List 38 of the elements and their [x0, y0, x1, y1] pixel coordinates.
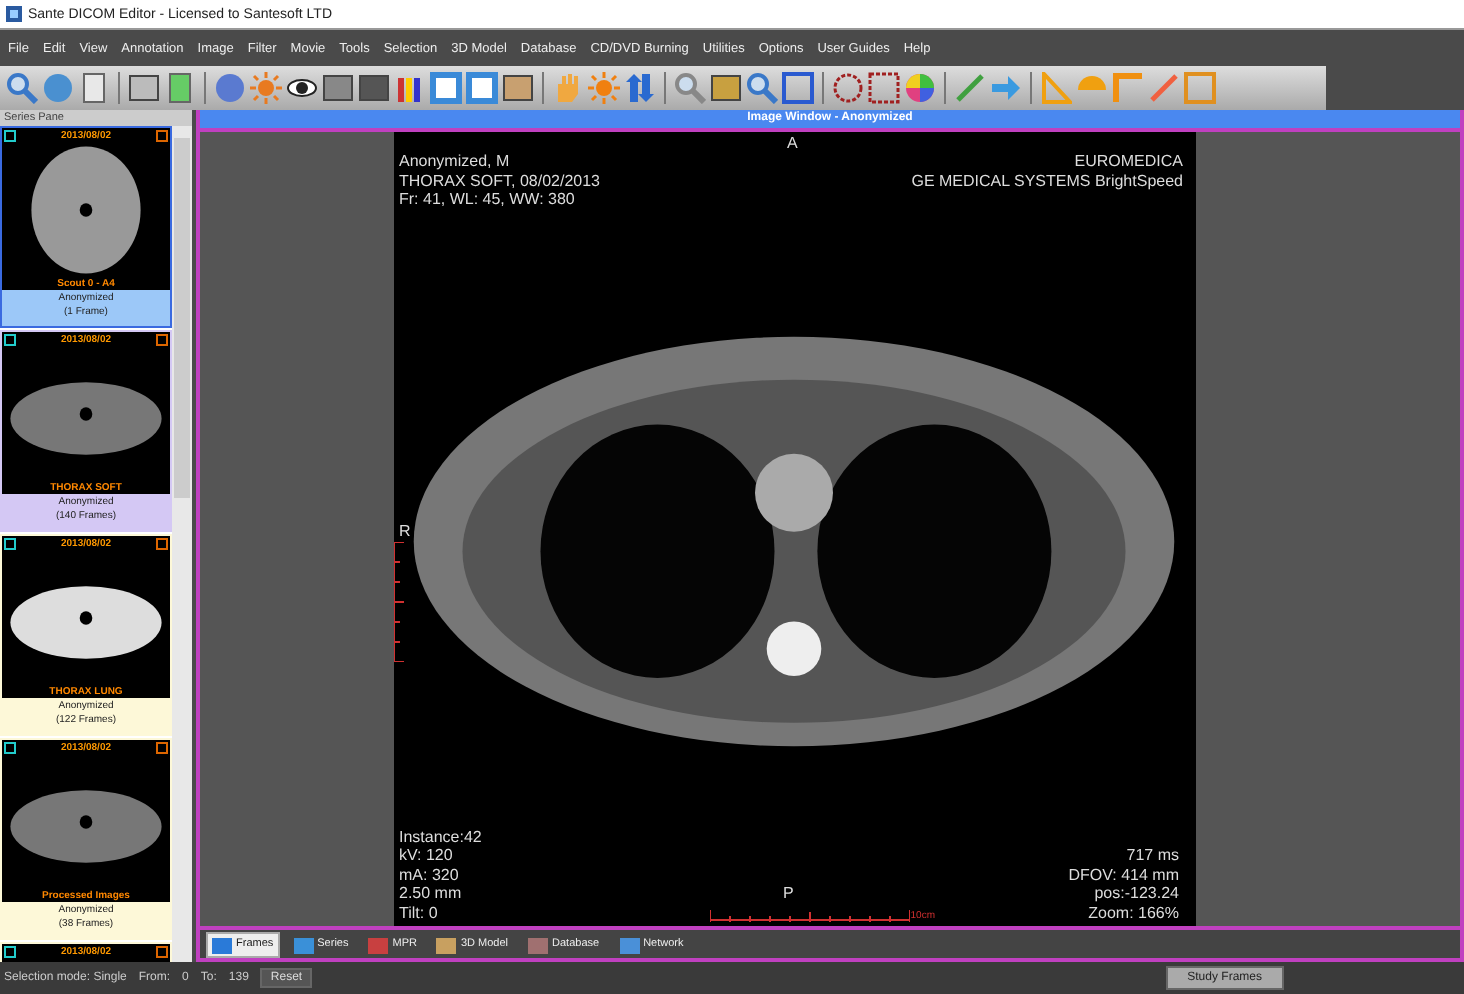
close-icon[interactable] — [156, 945, 168, 957]
sun-icon[interactable] — [588, 72, 620, 104]
overlay-text: DFOV: 414 mm — [1068, 865, 1179, 884]
square-icon[interactable] — [782, 72, 814, 104]
dotted-square-icon[interactable] — [868, 72, 900, 104]
marker-icon — [4, 945, 16, 957]
orientation-label: R — [399, 522, 411, 541]
color-wheel-icon[interactable] — [904, 72, 936, 104]
orientation-label: A — [787, 134, 798, 153]
overlay-text: mA: 320 — [399, 865, 461, 884]
orientation-label: P — [783, 883, 794, 902]
overlay-text: 717 ms — [1124, 846, 1179, 865]
tab-square-icon — [619, 935, 640, 953]
overlay-text: Zoom: 166% — [1086, 903, 1179, 922]
arrow-icon[interactable] — [990, 72, 1022, 104]
vertical-ruler — [393, 542, 403, 662]
tab-square-icon — [293, 935, 314, 953]
arrows-icon[interactable] — [624, 72, 656, 104]
overlay-text: EUROMEDICA — [1072, 152, 1183, 171]
overlay-text: kV: 120 — [399, 846, 455, 865]
overlay-text: Tilt: 0 — [399, 903, 440, 922]
overlay-text: Fr: 41, WL: 45, WW: 380 — [399, 190, 577, 209]
overlay-text: pos:-123.24 — [1092, 884, 1179, 903]
dotted-circle-icon[interactable] — [832, 72, 864, 104]
tab-square-icon — [528, 935, 549, 953]
pencil-icon[interactable] — [954, 72, 986, 104]
overlay-text: GE MEDICAL SYSTEMS BrightSpeed — [911, 171, 1183, 190]
app-icon — [6, 6, 22, 22]
zoom-icon[interactable] — [6, 72, 38, 104]
overlay-text: THORAX SOFT, 08/02/2013 — [399, 171, 600, 190]
color-bars-icon[interactable] — [394, 72, 426, 104]
tab-square-icon — [368, 935, 389, 953]
scrollbar[interactable] — [172, 126, 192, 962]
overlay-text: Instance:42 — [399, 827, 482, 846]
tab-square-icon — [436, 935, 457, 953]
overlay-text: 2.50 mm — [399, 884, 464, 903]
overlay-text: Anonymized, M — [399, 152, 512, 171]
tab-square-icon — [212, 935, 232, 953]
